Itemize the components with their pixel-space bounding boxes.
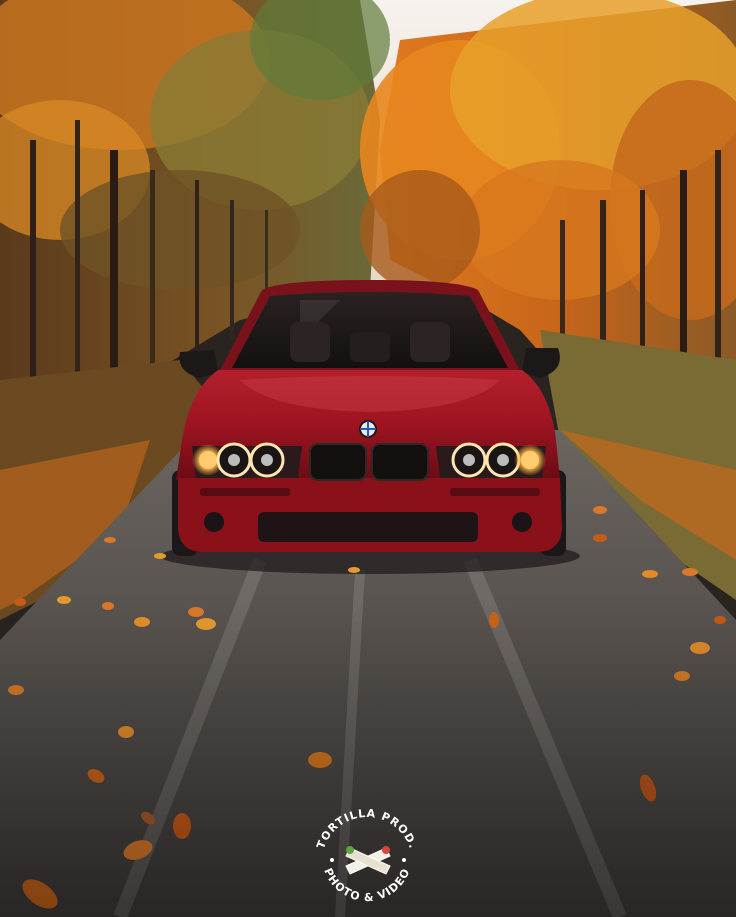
kidney-grille-left xyxy=(309,443,367,481)
kidney-grille-right xyxy=(371,443,429,481)
lower-grille xyxy=(258,512,478,542)
photo-scene: TORTILLA PROD. PHOTO & VIDEO xyxy=(0,0,736,917)
autumn-road-photo: TORTILLA PROD. PHOTO & VIDEO xyxy=(0,0,736,917)
